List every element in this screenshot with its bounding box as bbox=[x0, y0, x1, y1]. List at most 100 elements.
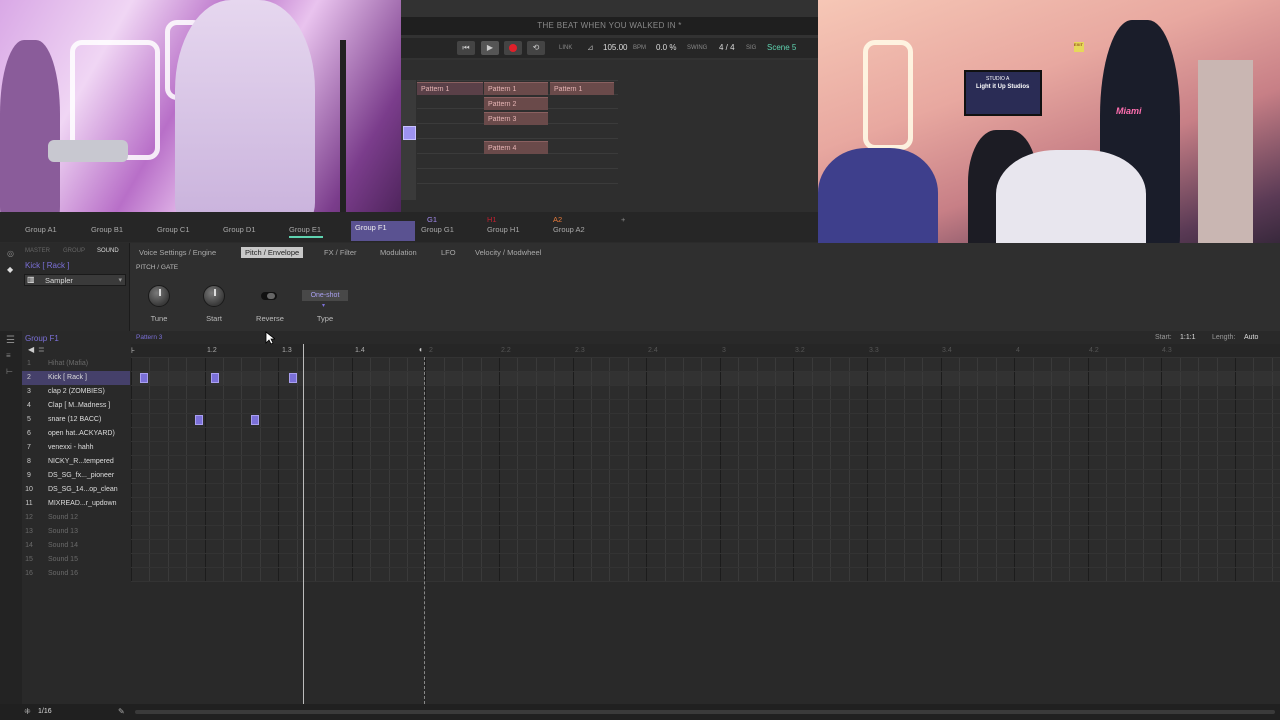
speaker-icon[interactable]: ◀ bbox=[28, 345, 34, 354]
sound-slot[interactable]: 5 snare (12 BACC) bbox=[22, 413, 130, 427]
pattern-block[interactable]: Pattern 2 bbox=[484, 97, 548, 110]
tab-fx-filter[interactable]: FX / Filter bbox=[324, 248, 357, 257]
signature-value[interactable]: 4 / 4 bbox=[719, 43, 735, 52]
reverse-toggle[interactable] bbox=[261, 292, 277, 300]
group-tab[interactable]: Group H1 bbox=[487, 225, 520, 234]
note[interactable] bbox=[140, 373, 148, 383]
pattern-block[interactable]: Pattern 3 bbox=[484, 112, 548, 125]
tempo-value[interactable]: 105.00 bbox=[603, 43, 627, 52]
sound-slot[interactable]: 3 clap 2 (ZOMBIES) bbox=[22, 385, 130, 399]
length-value[interactable]: Auto bbox=[1244, 334, 1258, 341]
rewind-button[interactable]: ⏮ bbox=[457, 41, 475, 55]
group-tab[interactable]: Group A1 bbox=[25, 225, 57, 234]
sound-slot[interactable]: 13 Sound 13 bbox=[22, 525, 130, 539]
ruler-label: 3.3 bbox=[869, 347, 879, 354]
note[interactable] bbox=[211, 373, 219, 383]
section-title: PITCH / GATE bbox=[136, 264, 179, 271]
tab-pitch-envelope[interactable]: Pitch / Envelope bbox=[241, 247, 304, 258]
editor-pattern-name[interactable]: Pattern 3 bbox=[136, 334, 162, 341]
group-tab[interactable]: Group E1 bbox=[289, 225, 321, 234]
ruler-label: 4.2 bbox=[1089, 347, 1099, 354]
sound-slot[interactable]: 14 Sound 14 bbox=[22, 539, 130, 553]
sound-number: 10 bbox=[25, 486, 33, 493]
selected-slot[interactable] bbox=[403, 126, 416, 140]
jersey-text: Miami bbox=[1116, 106, 1142, 116]
pattern-block[interactable]: Pattern 1 bbox=[484, 82, 548, 95]
tab-velocity-modwheel[interactable]: Velocity / Modwheel bbox=[475, 248, 541, 257]
instrument-selector[interactable]: ▥ Sampler ▾ bbox=[24, 274, 126, 286]
menu-icon[interactable]: ≣ bbox=[38, 345, 45, 354]
lines-icon[interactable]: ≡ bbox=[6, 351, 11, 360]
type-selector[interactable]: One-shot bbox=[302, 290, 348, 301]
list-icon[interactable]: ☰ bbox=[6, 335, 15, 346]
start-value[interactable]: 1:1:1 bbox=[1180, 334, 1196, 341]
grid-resolution-icon[interactable]: ⁜ bbox=[24, 707, 31, 716]
sound-slot[interactable]: 6 open hat..ACKYARD) bbox=[22, 427, 130, 441]
sound-icon[interactable]: ◆ bbox=[7, 265, 13, 274]
group-tab-selected[interactable]: Group F1 bbox=[351, 221, 415, 241]
group-tab[interactable]: Group B1 bbox=[91, 225, 123, 234]
tune-label: Tune bbox=[150, 314, 168, 323]
scene-name[interactable]: Scene 5 bbox=[767, 43, 796, 52]
keyboard-icon[interactable]: ⊢ bbox=[6, 367, 13, 376]
mode-group[interactable]: GROUP bbox=[63, 248, 85, 254]
group-tab[interactable]: Group A2 bbox=[553, 225, 585, 234]
sound-slot[interactable]: 9 DS_SG_fx..._pioneer bbox=[22, 469, 130, 483]
sound-number: 16 bbox=[25, 570, 33, 577]
add-group-button[interactable]: + bbox=[621, 215, 625, 224]
group-tab[interactable]: Group G1 bbox=[421, 225, 454, 234]
ruler-label: 2.3 bbox=[575, 347, 585, 354]
grid-resolution[interactable]: 1/16 bbox=[38, 708, 52, 715]
horizontal-scrollbar[interactable] bbox=[135, 710, 1275, 714]
sound-slot[interactable]: 7 venexxi - hahh bbox=[22, 441, 130, 455]
sound-name: Sound 14 bbox=[48, 542, 78, 549]
loop-end-marker[interactable]: ◖ bbox=[418, 345, 423, 354]
sound-name: MIXREAD...r_updown bbox=[48, 500, 117, 507]
mode-sound[interactable]: SOUND bbox=[97, 248, 119, 254]
swing-label: SWING bbox=[687, 45, 708, 51]
tab-voice-settings[interactable]: Voice Settings / Engine bbox=[139, 248, 216, 257]
note[interactable] bbox=[251, 415, 259, 425]
sound-slot[interactable]: 12 Sound 12 bbox=[22, 511, 130, 525]
link-label[interactable]: LINK bbox=[559, 45, 572, 51]
ruler-label: 2 bbox=[429, 347, 433, 354]
sound-slot[interactable]: 16 Sound 16 bbox=[22, 567, 130, 581]
grid-icon[interactable]: ◎ bbox=[7, 249, 14, 258]
sound-name: DS_SG_14...op_clean bbox=[48, 486, 118, 493]
loop-button[interactable]: ⟲ bbox=[527, 41, 545, 55]
pattern-block[interactable]: Pattern 4 bbox=[484, 141, 548, 154]
pencil-icon[interactable]: ✎ bbox=[118, 707, 125, 716]
playhead[interactable] bbox=[303, 344, 304, 704]
sound-slot[interactable]: 10 DS_SG_14...op_clean bbox=[22, 483, 130, 497]
sound-slot-selected[interactable]: 2 Kick [ Rack ] bbox=[22, 371, 130, 385]
metronome-icon[interactable]: ⊿ bbox=[587, 43, 594, 52]
sound-slot[interactable]: 15 Sound 15 bbox=[22, 553, 130, 567]
sound-slot[interactable]: 8 NICKY_R...tempered bbox=[22, 455, 130, 469]
sound-number: 1 bbox=[27, 360, 31, 367]
loop-start-marker[interactable]: ⊦ bbox=[131, 346, 135, 355]
pattern-block[interactable]: Pattern 1 bbox=[417, 82, 483, 95]
mode-master[interactable]: MASTER bbox=[25, 248, 50, 254]
transport-bar: ⏮ ▶ ⟲ LINK ⊿ 105.00 BPM 0.0 % SWING 4 / … bbox=[401, 38, 818, 58]
ruler-label: 1.3 bbox=[282, 347, 292, 354]
sound-slot[interactable]: 11 MIXREAD...r_updown bbox=[22, 497, 130, 511]
record-button[interactable] bbox=[504, 41, 522, 55]
sound-slot[interactable]: 4 Clap [ M..Madness ] bbox=[22, 399, 130, 413]
group-tab[interactable]: Group D1 bbox=[223, 225, 256, 234]
swing-value[interactable]: 0.0 % bbox=[656, 43, 676, 52]
start-knob[interactable] bbox=[203, 285, 225, 307]
play-button[interactable]: ▶ bbox=[481, 41, 499, 55]
editor-group-name: Group F1 bbox=[25, 334, 59, 343]
note[interactable] bbox=[289, 373, 297, 383]
note[interactable] bbox=[195, 415, 203, 425]
sound-name: clap 2 (ZOMBIES) bbox=[48, 388, 105, 395]
tab-lfo[interactable]: LFO bbox=[441, 248, 456, 257]
pattern-block[interactable]: Pattern 1 bbox=[550, 82, 614, 95]
tune-knob[interactable] bbox=[148, 285, 170, 307]
group-code: H1 bbox=[487, 215, 497, 224]
group-tab[interactable]: Group C1 bbox=[157, 225, 190, 234]
tab-modulation[interactable]: Modulation bbox=[380, 248, 417, 257]
ruler-label: 1.2 bbox=[207, 347, 217, 354]
sound-slot[interactable]: 1 Hihat (Mafia) bbox=[22, 357, 130, 371]
sound-number: 7 bbox=[27, 444, 31, 451]
